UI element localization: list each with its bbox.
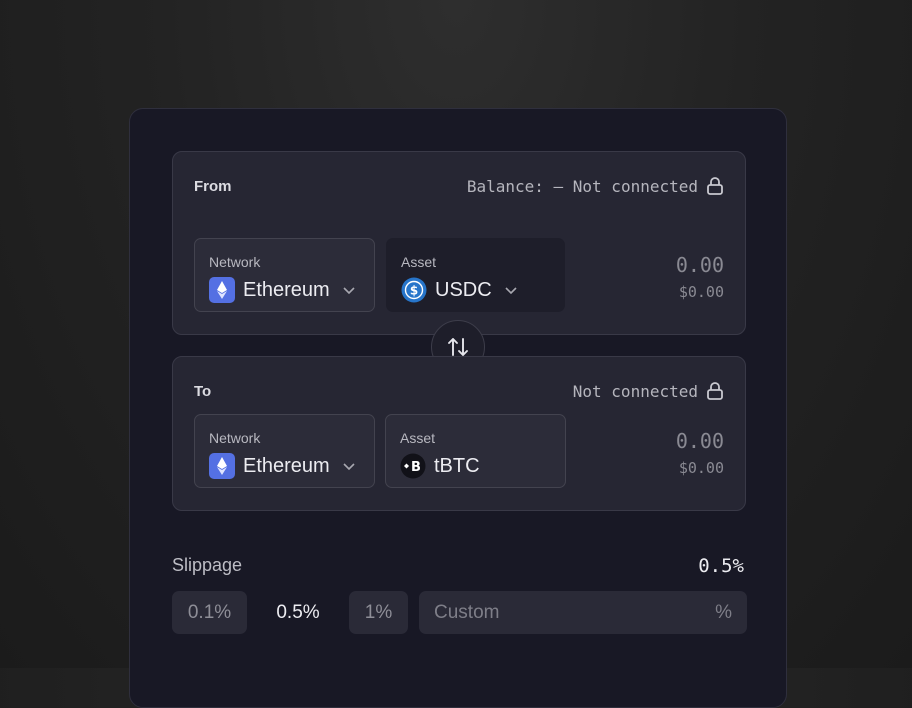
slippage-option-0-1[interactable]: 0.1% — [172, 591, 247, 634]
to-amount-value: 0.00 — [675, 429, 724, 453]
swap-arrows-icon — [448, 338, 468, 356]
ethereum-icon — [209, 277, 235, 303]
lock-icon — [707, 177, 723, 195]
to-network-selector[interactable]: Network Ethereum — [194, 414, 375, 488]
percent-unit: % — [715, 601, 732, 623]
slippage-label: Slippage — [172, 555, 243, 575]
from-usd-value: $0.00 — [678, 283, 724, 301]
from-amount-value[interactable]: 0.00 — [676, 253, 724, 277]
slippage-current-value: 0.5% — [698, 555, 744, 577]
from-network-selector[interactable]: Network Ethereum — [194, 238, 375, 312]
svg-text:$: $ — [410, 284, 418, 298]
to-asset-selector[interactable]: Asset B tBTC — [385, 414, 566, 488]
to-status-text: Not connected — [572, 381, 698, 401]
from-asset-value: USDC — [435, 278, 492, 301]
tbtc-icon: B — [400, 453, 426, 479]
ethereum-icon — [209, 453, 235, 479]
svg-text:B: B — [411, 460, 421, 475]
chevron-down-icon — [343, 287, 355, 295]
from-network-value: Ethereum — [243, 278, 330, 301]
chevron-down-icon — [343, 463, 355, 471]
from-panel: From Balance: – Not connected Network Et… — [172, 151, 746, 335]
to-amount: 0.00 $0.00 — [676, 429, 724, 477]
to-status: Not connected — [573, 381, 724, 401]
to-network-value: Ethereum — [243, 454, 330, 477]
custom-slippage-input[interactable] — [434, 601, 694, 624]
from-amount[interactable]: 0.00 $0.00 — [676, 253, 724, 301]
from-status-text: Balance: – Not connected — [466, 176, 698, 196]
to-asset-value: tBTC — [434, 454, 480, 477]
custom-slippage-field[interactable]: % — [419, 591, 747, 634]
to-title: To — [194, 383, 212, 400]
usdc-icon: $ — [401, 277, 427, 303]
from-network-label: Network — [209, 254, 261, 270]
from-title: From — [194, 178, 232, 195]
lock-icon — [707, 382, 723, 400]
from-balance-status: Balance: – Not connected — [467, 176, 724, 196]
slippage-option-0-5[interactable]: 0.5% — [261, 591, 335, 634]
slippage-option-1[interactable]: 1% — [349, 591, 408, 634]
to-asset-label: Asset — [400, 430, 436, 446]
to-network-label: Network — [209, 430, 261, 446]
from-asset-label: Asset — [401, 254, 437, 270]
to-panel: To Not connected Network Ethereum Asset … — [172, 356, 746, 511]
chevron-down-icon — [505, 287, 517, 295]
from-asset-selector[interactable]: Asset $ USDC — [386, 238, 565, 312]
bridge-card: From Balance: – Not connected Network Et… — [129, 108, 787, 708]
to-usd-value: $0.00 — [678, 459, 724, 477]
